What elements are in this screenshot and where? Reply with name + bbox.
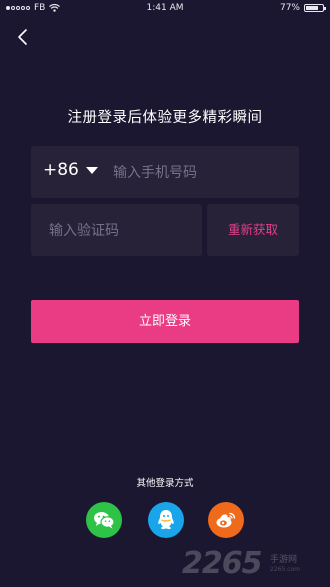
watermark-sub: 手游网	[270, 555, 298, 565]
wechat-login-button[interactable]	[86, 502, 122, 538]
status-right: 77%	[279, 3, 326, 13]
verification-code-field	[31, 204, 202, 258]
other-login-label: 其他登录方式	[136, 478, 194, 489]
phone-field: +86	[31, 146, 299, 200]
qq-icon	[158, 510, 174, 530]
page-title: 注册登录后体验更多精彩瞬间	[67, 110, 263, 126]
verification-code-input[interactable]	[47, 204, 201, 258]
battery-icon	[304, 4, 326, 12]
qq-login-button[interactable]	[148, 502, 184, 538]
status-bar: FB 1:41 AM 77%	[0, 0, 330, 18]
watermark-logo: 2265	[182, 546, 262, 581]
battery-percent: 77%	[279, 3, 300, 13]
phone-number-input[interactable]	[111, 146, 295, 200]
weibo-icon	[216, 512, 236, 528]
watermark-url: 2265.com	[270, 566, 300, 573]
weibo-login-button[interactable]	[208, 502, 244, 538]
dropdown-caret-icon	[85, 166, 98, 174]
chevron-left-icon	[18, 29, 27, 45]
back-button[interactable]	[12, 26, 34, 48]
login-button[interactable]: 立即登录	[31, 300, 299, 343]
wechat-icon	[94, 512, 115, 529]
battery-level	[306, 6, 319, 10]
country-code-selector[interactable]: +86	[43, 160, 98, 180]
country-code-label: +86	[43, 160, 79, 180]
resend-code-button[interactable]: 重新获取	[207, 204, 299, 256]
